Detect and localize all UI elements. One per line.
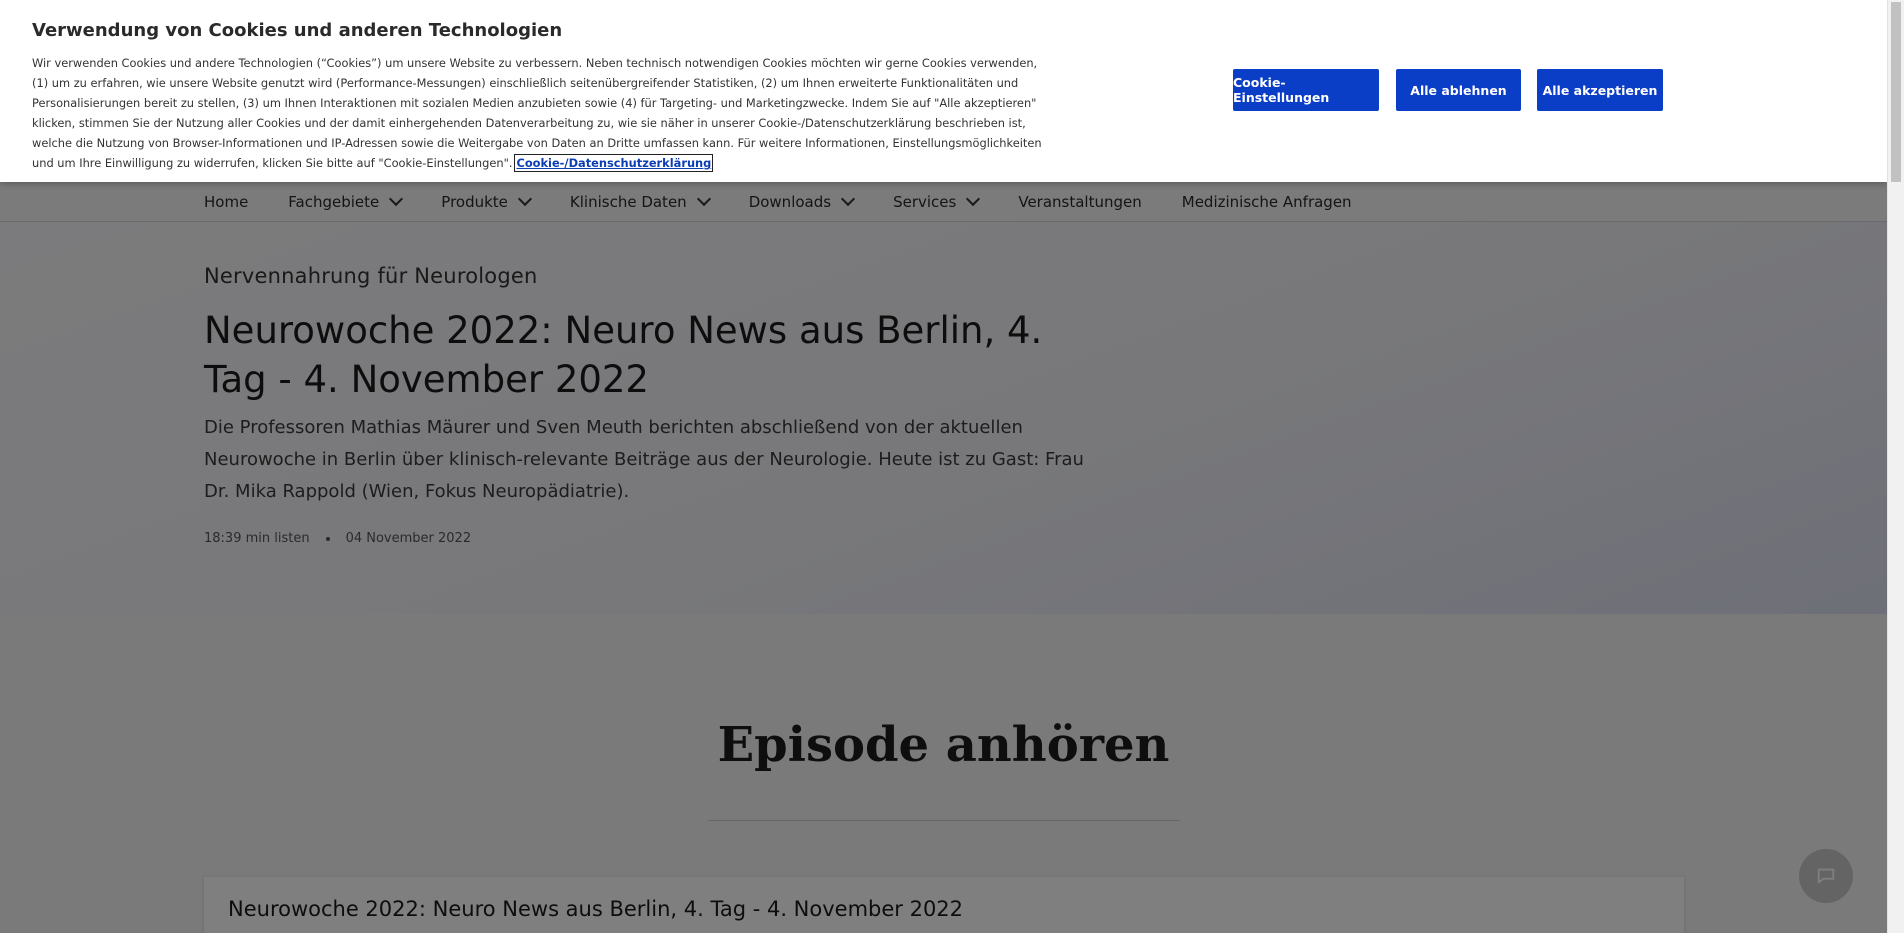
cookie-banner-text: Wir verwenden Cookies und andere Technol… (32, 53, 1042, 173)
cookie-settings-button[interactable]: Cookie-Einstellungen (1233, 69, 1379, 111)
cookie-button-group: Cookie-Einstellungen Alle ablehnen Alle … (1233, 69, 1663, 111)
scrollbar-thumb[interactable] (1891, 2, 1901, 182)
cookie-banner-body: Wir verwenden Cookies und andere Technol… (32, 56, 1042, 170)
reject-all-button[interactable]: Alle ablehnen (1396, 69, 1521, 111)
scrollbar[interactable] (1887, 0, 1904, 933)
privacy-policy-link[interactable]: Cookie-/Datenschutzerklärung (514, 154, 714, 172)
cookie-banner-title: Verwendung von Cookies und anderen Techn… (32, 20, 563, 41)
accept-all-button[interactable]: Alle akzeptieren (1537, 69, 1663, 111)
cookie-banner: Verwendung von Cookies und anderen Techn… (0, 0, 1887, 182)
